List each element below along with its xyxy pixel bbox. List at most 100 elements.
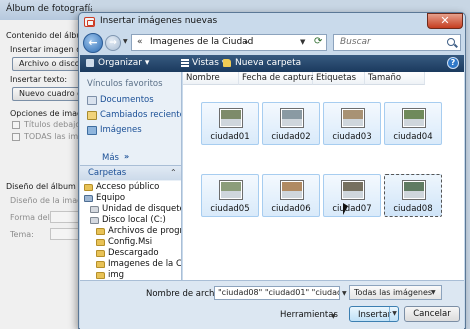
cancel-button[interactable]: Cancelar (404, 306, 460, 322)
album-content-label: Contenido del álbum (6, 31, 90, 40)
file-tile-ciudad07[interactable]: ciudad07 (323, 174, 381, 217)
image-thumbnail (341, 180, 365, 200)
address-dropdown-icon[interactable]: ▼ (300, 38, 305, 46)
column-tags[interactable]: Etiquetas (313, 72, 365, 85)
close-button[interactable]: ✕ (427, 13, 463, 29)
tree-item-program-files[interactable]: Archivos de progran (108, 226, 181, 236)
tree-item-computer[interactable]: Equipo (96, 193, 125, 203)
tree-item-config-msi[interactable]: Config.Msi (108, 237, 152, 247)
file-name: ciudad05 (210, 204, 250, 214)
folder-icon (84, 184, 93, 191)
address-bar[interactable]: « Imagenes de la Ciudad ▸ ▼ ⟳ (131, 34, 327, 51)
nav-link-documents[interactable]: Documentos (100, 95, 154, 105)
file-tile-ciudad05[interactable]: ciudad05 (201, 174, 259, 217)
file-name: ciudad01 (210, 132, 250, 142)
folder-icon (96, 250, 105, 257)
more-links[interactable]: Más (102, 153, 119, 163)
new-folder-button[interactable]: Nueva carpeta (235, 58, 301, 68)
folder-icon (96, 261, 105, 268)
pictures-icon (87, 126, 97, 135)
command-toolbar: Organizar ▾ Vistas ▾ Nueva carpeta ? (80, 55, 464, 72)
folder-tree: Acceso público Equipo Unidad de disquete… (80, 181, 181, 280)
folder-icon (96, 272, 105, 279)
file-name: ciudad06 (271, 204, 311, 214)
tree-item-downloaded[interactable]: Descargado (108, 248, 159, 258)
nav-link-pictures[interactable]: Imágenes (100, 125, 142, 135)
image-thumbnail (219, 180, 243, 200)
thumb-fill (282, 182, 302, 198)
tree-item-city-images[interactable]: Imagenes de la Ciu (108, 259, 181, 269)
address-prefix-chevron[interactable]: « (137, 37, 143, 47)
floppy-drive-icon (90, 206, 99, 213)
thumb-fill (343, 110, 363, 126)
more-chevron-icon[interactable]: » (124, 152, 129, 161)
organize-button[interactable]: Organizar ▾ (98, 58, 149, 68)
forward-button[interactable]: → (105, 35, 121, 51)
captions-checkbox[interactable] (12, 121, 20, 129)
dialog-title: Insertar imágenes nuevas (100, 16, 218, 26)
folders-collapse-icon[interactable]: ⌃ (170, 168, 177, 177)
file-type-dropdown-icon[interactable]: ▼ (431, 289, 436, 296)
photo-album-app-icon (84, 17, 95, 27)
insert-dropdown-icon[interactable]: ▼ (389, 307, 399, 321)
mouse-cursor-icon (343, 203, 348, 215)
tools-button[interactable]: Herramientas (280, 310, 338, 320)
file-name: ciudad08 (393, 204, 433, 214)
insert-button[interactable]: Insertar ▼ (349, 306, 399, 322)
dialog-footer: Nombre de archivo: "ciudad08" "ciudad01"… (80, 280, 464, 329)
file-tile-ciudad03[interactable]: ciudad03 (323, 102, 381, 145)
search-input[interactable]: Buscar (340, 37, 371, 47)
insert-text-label: Insertar texto: (10, 75, 68, 84)
address-row: ← → ▼ « Imagenes de la Ciudad ▸ ▼ ⟳ Busc… (79, 31, 465, 55)
file-or-disk-button[interactable]: Archivo o disco... (12, 57, 84, 71)
views-button[interactable]: Vistas ▾ (192, 58, 226, 68)
file-name: ciudad02 (271, 132, 311, 142)
filename-input[interactable]: "ciudad08" "ciudad01" "ciudad02" " (214, 286, 340, 300)
back-button[interactable]: ← (83, 33, 103, 53)
album-design-label: Diseño del álbum (6, 182, 76, 191)
file-tile-ciudad06[interactable]: ciudad06 (262, 174, 320, 217)
computer-icon (84, 195, 93, 202)
dialog-titlebar: Insertar imágenes nuevas ✕ (79, 13, 465, 31)
help-icon[interactable]: ? (447, 57, 459, 69)
recent-pages-dropdown[interactable]: ▼ (123, 38, 128, 45)
column-size[interactable]: Tamaño (365, 72, 425, 85)
views-icon (181, 59, 189, 67)
file-tile-ciudad02[interactable]: ciudad02 (262, 102, 320, 145)
column-date-taken[interactable]: Fecha de captura (239, 72, 316, 85)
file-list: Nombre Fecha de captura Etiquetas Tamaño… (183, 72, 464, 280)
insert-button-label: Insertar (358, 310, 392, 320)
file-tile-ciudad01[interactable]: ciudad01 (201, 102, 259, 145)
image-thumbnail (402, 180, 426, 200)
nav-link-recent[interactable]: Cambiados reciente... (100, 110, 181, 120)
search-box[interactable]: Buscar (333, 34, 461, 51)
file-name: ciudad07 (332, 204, 372, 214)
folders-header[interactable]: Carpetas ⌃ (80, 165, 181, 180)
documents-icon (87, 96, 97, 105)
thumb-fill (282, 110, 302, 126)
thumb-fill (404, 110, 424, 126)
refresh-icon[interactable]: ⟳ (314, 36, 322, 47)
tree-item-floppy[interactable]: Unidad de disquete ( (102, 204, 181, 214)
tree-item-img[interactable]: img (108, 270, 124, 280)
file-type-select[interactable]: Todas las imágenes (349, 285, 442, 300)
address-path[interactable]: Imagenes de la Ciudad (150, 37, 253, 47)
image-thumbnail (341, 108, 365, 128)
local-disk-icon (90, 217, 99, 224)
tools-dropdown-icon[interactable]: ▼ (331, 313, 336, 320)
tree-item-public[interactable]: Acceso público (96, 182, 159, 192)
recent-changes-icon (87, 111, 97, 120)
file-name: ciudad03 (332, 132, 372, 142)
thumb-fill (404, 182, 424, 198)
file-tile-ciudad08[interactable]: ciudad08 (384, 174, 442, 217)
all-bw-checkbox[interactable] (12, 133, 20, 141)
tree-item-local-disk[interactable]: Disco local (C:) (102, 215, 166, 225)
filename-dropdown-icon[interactable]: ▼ (342, 290, 347, 297)
column-name[interactable]: Nombre (183, 72, 239, 85)
image-thumbnail (280, 108, 304, 128)
path-chevron-icon[interactable]: ▸ (245, 38, 249, 46)
thumb-fill (221, 182, 241, 198)
new-textbox-button[interactable]: Nuevo cuadro de te (12, 87, 84, 101)
search-icon[interactable] (447, 38, 455, 46)
file-tile-ciudad04[interactable]: ciudad04 (384, 102, 442, 145)
